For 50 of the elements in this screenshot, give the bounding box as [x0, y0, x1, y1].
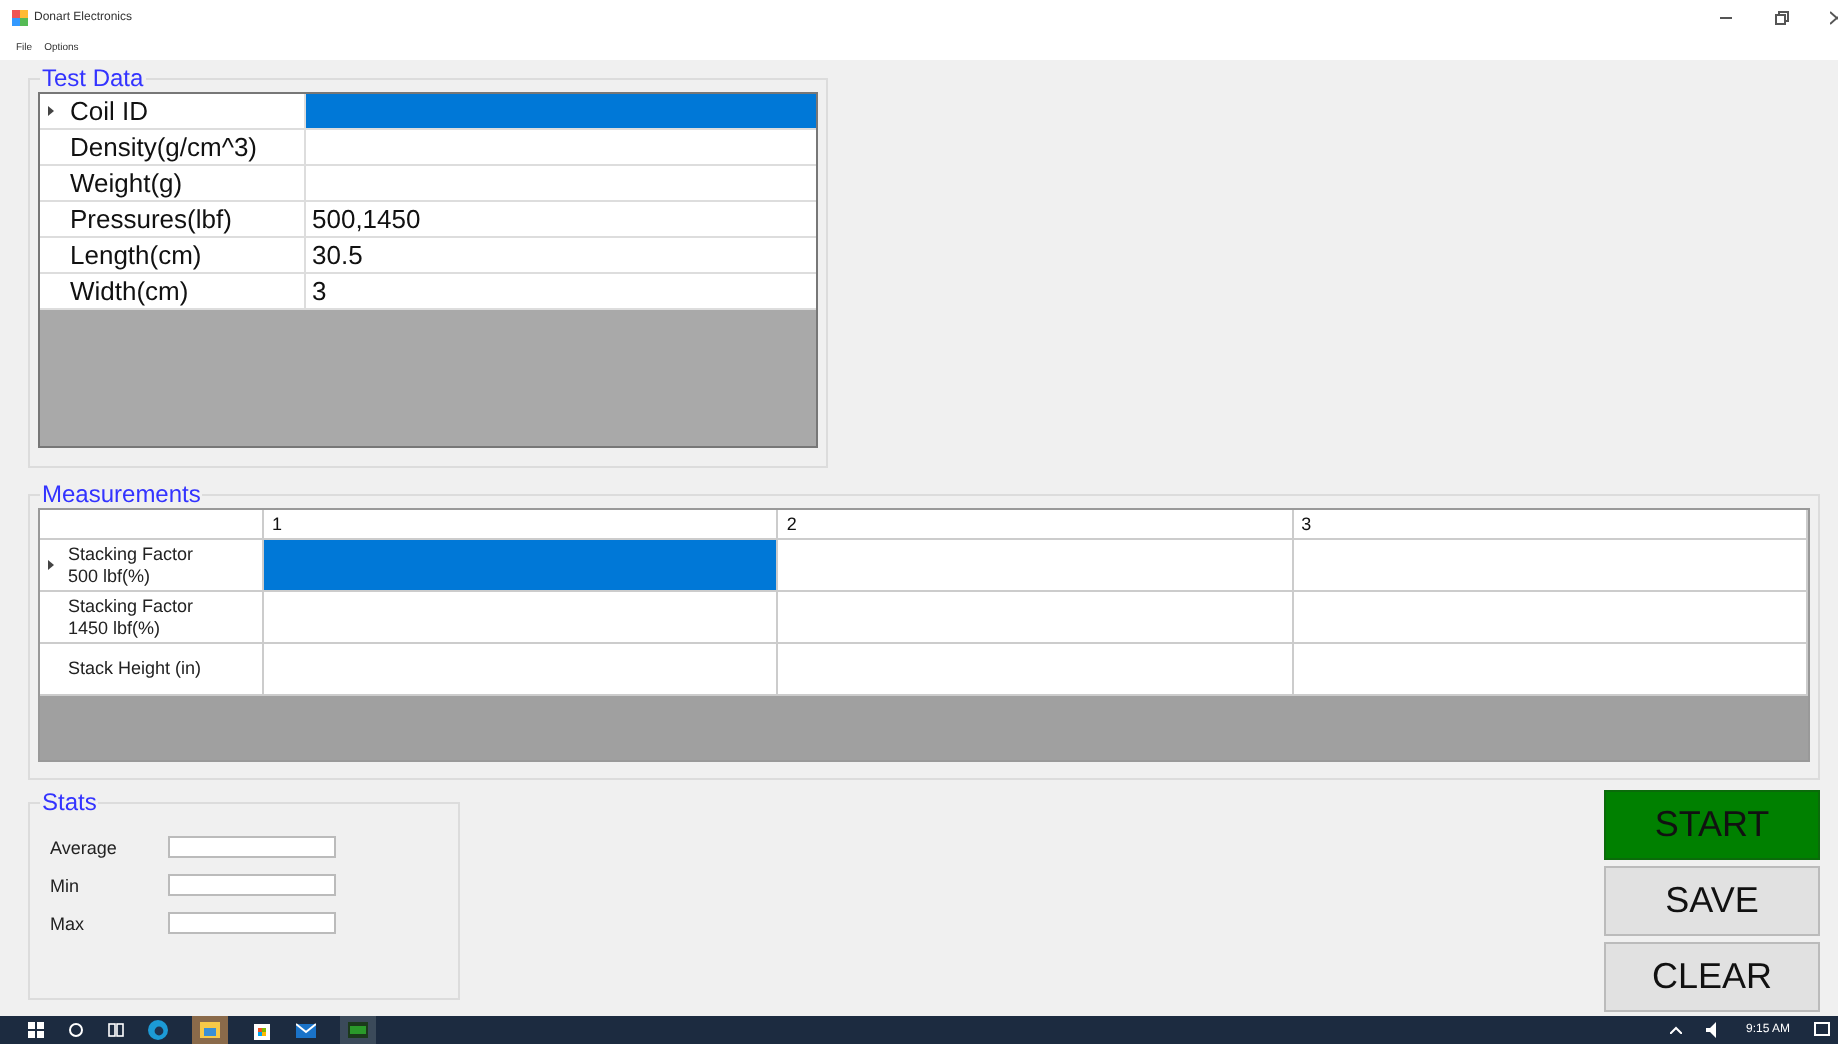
close-icon[interactable]	[1830, 10, 1838, 26]
row-indicator-icon	[48, 559, 54, 569]
input-field[interactable]	[168, 874, 336, 896]
group-title: Measurements	[40, 480, 203, 508]
grid-row[interactable]: Width(cm) 3	[40, 274, 816, 310]
row-header: Stack Height (in)	[68, 658, 202, 680]
group-title: Stats	[40, 788, 99, 816]
action-button[interactable]: START	[1604, 790, 1820, 860]
group-title: Test Data	[40, 64, 146, 92]
grid-row[interactable]: Pressures(lbf) 500,1450	[40, 202, 816, 238]
input-field[interactable]	[168, 912, 336, 934]
row-header: Stacking Factor 500 lbf(%)	[68, 543, 194, 587]
speaker-icon[interactable]	[1705, 1022, 1722, 1038]
value-cell[interactable]: 3	[306, 274, 816, 308]
row-label: Pressures(lbf)	[70, 204, 232, 234]
column-header: 1	[264, 510, 779, 538]
app-icon	[12, 10, 28, 26]
browser-icon[interactable]	[148, 1020, 168, 1040]
field-label: Max	[50, 913, 87, 933]
column-header: 3	[1293, 510, 1808, 538]
search-icon[interactable]	[68, 1022, 84, 1038]
mail-icon[interactable]	[296, 1020, 316, 1040]
grid-row[interactable]: Length(cm) 30.5	[40, 238, 816, 274]
input-field[interactable]	[168, 836, 336, 858]
task-view-icon[interactable]	[108, 1022, 124, 1038]
row-label: Length(cm)	[70, 240, 202, 270]
folder-icon[interactable]	[200, 1020, 220, 1040]
app-icon[interactable]	[348, 1020, 368, 1040]
field-label: Average	[50, 837, 119, 857]
chevron-up-icon[interactable]	[1669, 1026, 1682, 1034]
row-label: Weight(g)	[70, 168, 183, 198]
column-header: 2	[778, 510, 1294, 538]
start-icon[interactable]	[28, 1022, 44, 1038]
value-cell[interactable]: 30.5	[306, 238, 816, 272]
grid-row[interactable]: Coil ID	[40, 94, 816, 130]
grid-row[interactable]: Density(g/cm^3)	[40, 130, 816, 166]
table-cell[interactable]	[264, 540, 779, 590]
row-label: Width(cm)	[70, 276, 189, 306]
value-cell[interactable]	[306, 94, 816, 128]
restore-icon[interactable]	[1774, 10, 1790, 26]
field-label: Min	[50, 875, 82, 895]
value-cell[interactable]: 500,1450	[306, 202, 816, 236]
action-button[interactable]: SAVE	[1604, 866, 1820, 936]
row-label: Density(g/cm^3)	[70, 132, 258, 162]
action-button[interactable]: CLEAR	[1604, 942, 1820, 1012]
row-header: Stacking Factor 1450 lbf(%)	[68, 595, 194, 639]
store-icon[interactable]	[252, 1020, 272, 1040]
row-label: Coil ID	[70, 96, 149, 126]
notification-icon[interactable]	[1814, 1022, 1830, 1038]
grid-row[interactable]: Weight(g)	[40, 166, 816, 202]
